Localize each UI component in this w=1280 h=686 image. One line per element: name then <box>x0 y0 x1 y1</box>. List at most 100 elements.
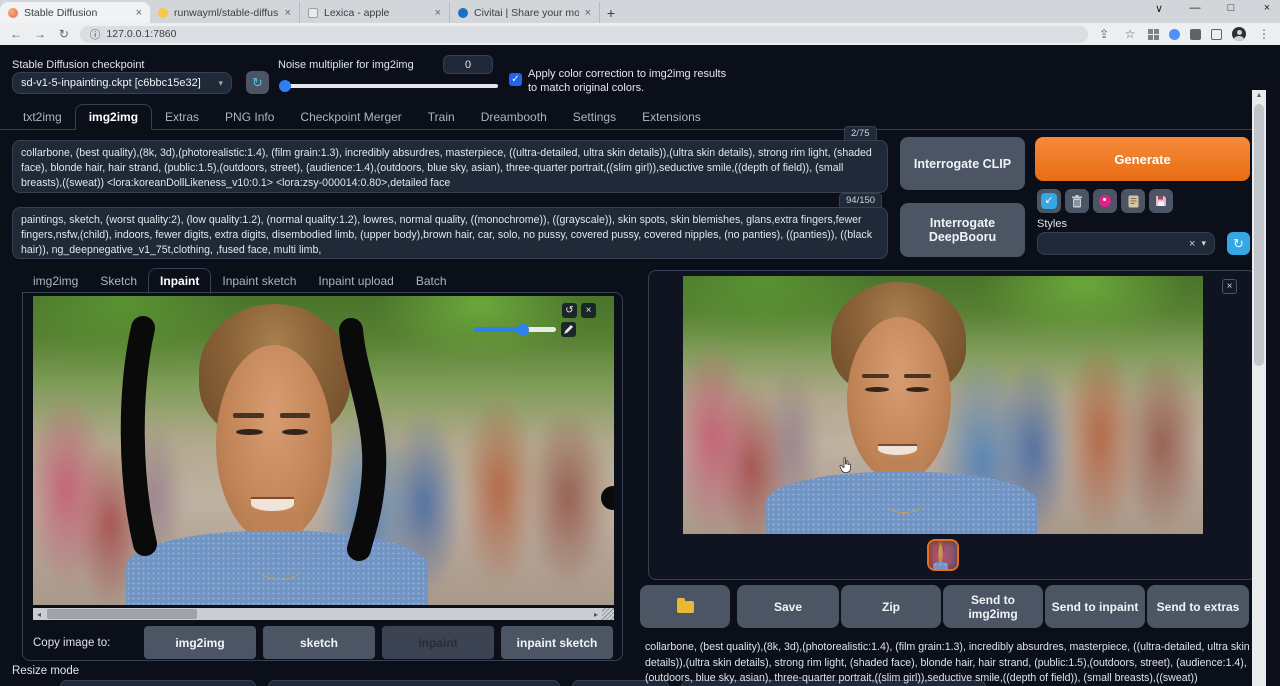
extension-grid-icon[interactable] <box>1148 29 1159 40</box>
window-restore-icon[interactable]: □ <box>1224 2 1238 15</box>
reload-icon[interactable]: ↻ <box>56 27 72 41</box>
extensions-puzzle-icon[interactable] <box>1190 29 1201 40</box>
tab-title: Stable Diffusion <box>24 7 130 19</box>
browser-toolbar: ← → ↻ ⓘ 127.0.0.1:7860 ⇪ ☆ ⋮ <box>0 23 1280 45</box>
noise-multiplier-label: Noise multiplier for img2img <box>278 59 414 71</box>
positive-prompt-counter: 2/75 <box>844 126 877 141</box>
apply-style-button[interactable] <box>1121 189 1145 213</box>
checkpoint-value: sd-v1-5-inpainting.ckpt [c6bbc15e32] <box>21 77 201 89</box>
copy-image-label: Copy image to: <box>33 637 110 649</box>
undo-stroke-button[interactable]: ↺ <box>562 303 577 318</box>
scroll-right-icon[interactable]: ▸ <box>590 610 602 619</box>
color-correction-label[interactable]: Apply color correction to img2img result… <box>528 67 728 95</box>
tab-close-icon[interactable]: × <box>585 7 591 19</box>
checkpoint-dropdown[interactable]: sd-v1-5-inpainting.ckpt [c6bbc15e32] ▾ <box>12 72 232 94</box>
gallery-thumbnail-selected[interactable] <box>927 539 959 571</box>
open-output-folder-button[interactable] <box>640 585 730 628</box>
clear-styles-icon[interactable]: × <box>1189 238 1195 250</box>
tab-close-icon[interactable]: × <box>136 7 142 19</box>
extra-networks-button[interactable] <box>1093 189 1117 213</box>
clear-image-button[interactable]: × <box>581 303 596 318</box>
profile-avatar[interactable] <box>1232 27 1246 41</box>
generate-button[interactable]: Generate <box>1035 137 1250 181</box>
interrogate-deepbooru-button[interactable]: Interrogate DeepBooru <box>900 203 1025 257</box>
paste-generation-params-button[interactable]: ↙ <box>1037 189 1061 213</box>
tab-batch[interactable]: Batch <box>405 269 458 293</box>
refresh-styles-button[interactable]: ↻ <box>1227 232 1250 255</box>
tab-inpaint-upload[interactable]: Inpaint upload <box>307 269 404 293</box>
clear-prompt-button[interactable] <box>1065 189 1089 213</box>
brush-size-slider[interactable] <box>474 327 556 332</box>
canvas-horizontal-scrollbar[interactable]: ◂ ▸ <box>33 608 614 620</box>
tab-extensions[interactable]: Extensions <box>629 105 714 129</box>
close-gallery-button[interactable]: × <box>1222 279 1237 294</box>
generated-image[interactable] <box>683 276 1203 534</box>
scrollbar-thumb[interactable] <box>47 609 197 619</box>
tab-settings[interactable]: Settings <box>560 105 629 129</box>
scrollbar-thumb[interactable] <box>1254 104 1264 366</box>
huggingface-favicon <box>158 8 168 18</box>
browser-tab-lexica[interactable]: Lexica - apple × <box>300 2 450 23</box>
window-close-icon[interactable]: × <box>1260 2 1274 15</box>
send-to-img2img-button[interactable]: Send to img2img <box>943 585 1043 628</box>
resize-mode-option[interactable] <box>268 680 560 686</box>
slider-handle[interactable] <box>279 80 291 92</box>
positive-prompt-textarea[interactable]: collarbone, (best quality),(8k, 3d),(pho… <box>12 140 888 193</box>
tab-dreambooth[interactable]: Dreambooth <box>468 105 560 129</box>
tab-inpaint-sketch[interactable]: Inpaint sketch <box>211 269 307 293</box>
save-button[interactable]: Save <box>737 585 839 628</box>
folder-icon <box>677 601 694 613</box>
back-icon[interactable]: ← <box>8 27 24 41</box>
slider-handle[interactable] <box>517 324 529 336</box>
tab-extras[interactable]: Extras <box>152 105 212 129</box>
tab-img2img[interactable]: img2img <box>75 104 152 130</box>
window-minimize-icon[interactable]: — <box>1188 2 1202 15</box>
bookmark-star-icon[interactable]: ☆ <box>1122 27 1138 41</box>
noise-multiplier-input[interactable]: 0 <box>443 55 493 74</box>
tab-inpaint[interactable]: Inpaint <box>148 268 211 294</box>
resize-mode-option[interactable] <box>60 680 256 686</box>
browser-menu-icon[interactable]: ⋮ <box>1256 27 1272 41</box>
copy-to-sketch-button[interactable]: sketch <box>263 626 375 659</box>
address-bar[interactable]: ⓘ 127.0.0.1:7860 <box>80 26 1088 43</box>
copy-to-img2img-button[interactable]: img2img <box>144 626 256 659</box>
inpaint-canvas[interactable]: ↺ × <box>33 296 614 605</box>
window-chevron-icon[interactable]: ∨ <box>1152 2 1166 15</box>
site-info-icon[interactable]: ⓘ <box>90 27 101 42</box>
scroll-left-icon[interactable]: ◂ <box>33 610 45 619</box>
styles-dropdown[interactable]: × ▾ <box>1037 232 1215 255</box>
refresh-checkpoint-button[interactable]: ↻ <box>246 71 269 94</box>
copy-to-inpaint-sketch-button[interactable]: inpaint sketch <box>501 626 613 659</box>
hand-cursor <box>839 457 852 473</box>
tab-img2img-mode[interactable]: img2img <box>22 269 89 293</box>
refresh-icon: ↻ <box>1233 236 1244 252</box>
side-panel-icon[interactable] <box>1211 29 1222 40</box>
browser-tab-runwayml[interactable]: runwayml/stable-diffusion-inpai × <box>150 2 300 23</box>
tab-png-info[interactable]: PNG Info <box>212 105 287 129</box>
brush-size-button[interactable] <box>561 322 576 337</box>
new-tab-button[interactable]: + <box>600 2 622 23</box>
interrogate-clip-button[interactable]: Interrogate CLIP <box>900 137 1025 190</box>
negative-prompt-textarea[interactable]: paintings, sketch, (worst quality:2), (l… <box>12 207 888 259</box>
tab-close-icon[interactable]: × <box>435 7 441 19</box>
tab-sketch[interactable]: Sketch <box>89 269 148 293</box>
scroll-up-icon[interactable]: ▲ <box>1252 90 1266 102</box>
tab-checkpoint-merger[interactable]: Checkpoint Merger <box>287 105 414 129</box>
send-to-inpaint-button[interactable]: Send to inpaint <box>1045 585 1145 628</box>
browser-tab-stable-diffusion[interactable]: Stable Diffusion × <box>0 2 150 23</box>
page-scrollbar[interactable]: ▲ <box>1252 90 1266 686</box>
tab-txt2img[interactable]: txt2img <box>10 105 75 129</box>
browser-tab-civitai[interactable]: Civitai | Share your models × <box>450 2 600 23</box>
tab-close-icon[interactable]: × <box>285 7 291 19</box>
send-to-extras-button[interactable]: Send to extras <box>1147 585 1249 628</box>
tab-train[interactable]: Train <box>415 105 468 129</box>
noise-multiplier-slider[interactable] <box>280 84 498 88</box>
zip-button[interactable]: Zip <box>841 585 941 628</box>
save-style-button[interactable] <box>1149 189 1173 213</box>
resize-grip[interactable] <box>602 608 614 620</box>
color-correction-checkbox[interactable]: ✓ <box>509 73 522 86</box>
forward-icon[interactable]: → <box>32 27 48 41</box>
extension-dot-icon[interactable] <box>1169 29 1180 40</box>
share-icon[interactable]: ⇪ <box>1096 27 1112 41</box>
portrait-blue-top <box>933 562 948 569</box>
